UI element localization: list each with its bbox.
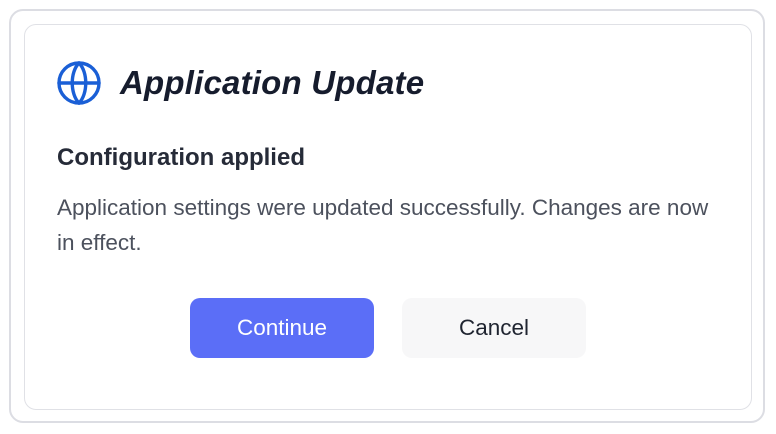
dialog-message: Application settings were updated succes…: [57, 195, 709, 255]
globe-icon: [56, 60, 102, 106]
dialog-header: Application Update: [56, 60, 424, 106]
continue-button[interactable]: Continue: [190, 298, 374, 358]
dialog-title: Application Update: [120, 64, 425, 101]
dialog-subtitle: Configuration applied: [57, 144, 305, 171]
cancel-button[interactable]: Cancel: [402, 298, 586, 358]
